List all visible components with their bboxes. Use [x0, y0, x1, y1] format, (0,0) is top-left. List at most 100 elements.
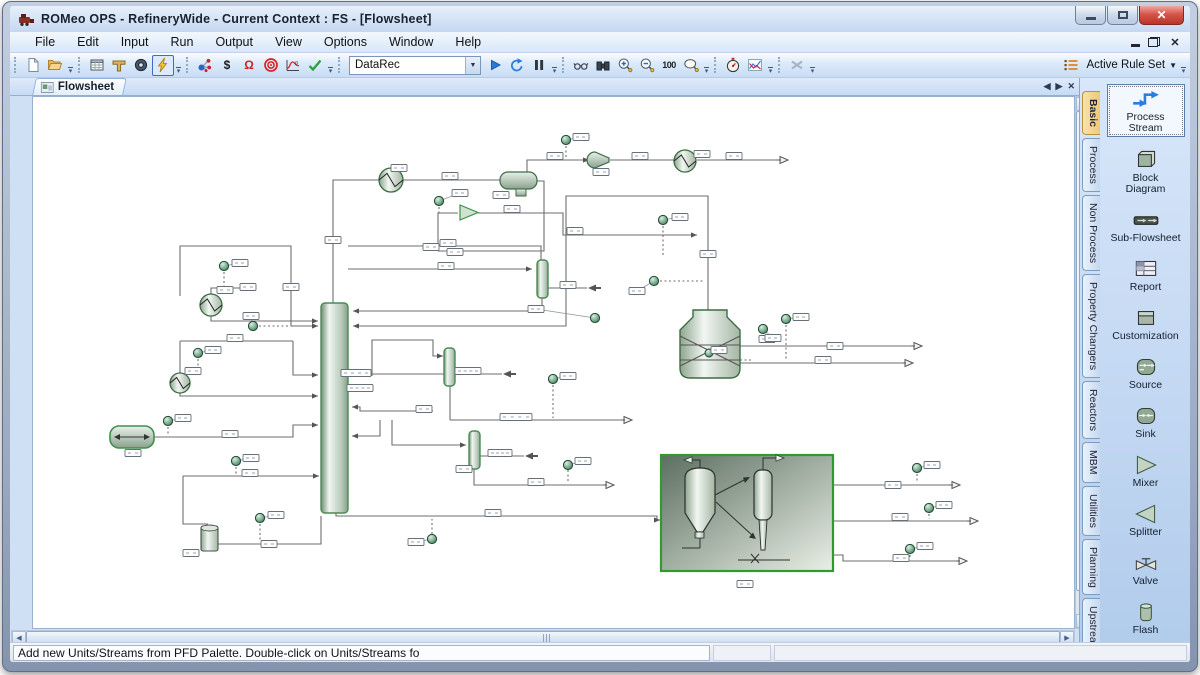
palette-tab-property-changers[interactable]: Property Changers — [1082, 274, 1100, 378]
toolbar-button-open-folder[interactable] — [44, 55, 66, 76]
toolbar-overflow-button[interactable]: ▾ — [550, 55, 559, 76]
toolbar-drag-handle[interactable] — [778, 57, 783, 73]
toolbar-overflow-button[interactable]: ▾ — [174, 55, 183, 76]
toolbar-overflow-button[interactable]: ▾ — [808, 55, 817, 76]
close-button[interactable]: ✕ — [1139, 6, 1184, 25]
toolbar-button-omega[interactable]: Ω — [238, 55, 260, 76]
unit-pump[interactable] — [587, 152, 609, 168]
maximize-button[interactable] — [1107, 6, 1138, 25]
unit-splitter[interactable] — [460, 205, 478, 220]
toolbar-button-molecule[interactable] — [194, 55, 216, 76]
menu-item-view[interactable]: View — [264, 33, 313, 51]
palette-item-flash[interactable]: Flash — [1107, 598, 1185, 638]
zoom-window-icon — [683, 57, 699, 73]
palette-tab-mbm[interactable]: MBM — [1082, 442, 1100, 483]
unit-drum[interactable] — [201, 525, 218, 551]
toolbar-drag-handle[interactable] — [562, 57, 567, 73]
datarec-dropdown-button[interactable]: ▼ — [465, 57, 480, 74]
toolbar-overflow-button[interactable]: ▾ — [66, 55, 75, 76]
menu-item-window[interactable]: Window — [378, 33, 444, 51]
palette-item-process-stream[interactable]: Process Stream — [1107, 84, 1185, 137]
toolbar-drag-handle[interactable] — [338, 57, 343, 73]
palette-item-valve[interactable]: Valve — [1107, 549, 1185, 589]
unit-source[interactable] — [110, 426, 154, 448]
toolbar-button-dollar[interactable]: $ — [216, 55, 238, 76]
menu-item-output[interactable]: Output — [204, 33, 264, 51]
menu-item-input[interactable]: Input — [110, 33, 160, 51]
palette-tab-planning[interactable]: Planning — [1082, 539, 1100, 596]
toolbar-button-zoom-100[interactable]: 100 — [658, 55, 680, 76]
menu-item-help[interactable]: Help — [444, 33, 492, 51]
toolbar-overflow-button[interactable]: ▾ — [766, 55, 775, 76]
toolbar-button-new-doc[interactable] — [22, 55, 44, 76]
toolbar-button-nut[interactable] — [130, 55, 152, 76]
unit-heat-exchanger[interactable] — [170, 373, 190, 393]
palette-item-mixer[interactable]: Mixer — [1107, 451, 1185, 491]
unit-side-stripper[interactable] — [444, 348, 455, 386]
toolbar-button-run-play[interactable] — [484, 55, 506, 76]
palette-tab-process[interactable]: Process — [1082, 138, 1100, 192]
palette-tab-upstream[interactable]: Upstream — [1082, 598, 1100, 642]
menu-item-file[interactable]: File — [24, 33, 66, 51]
toolbar-drag-handle[interactable] — [14, 57, 19, 73]
datarec-combobox[interactable]: DataRec▼ — [349, 56, 481, 75]
palette-item-splitter[interactable]: Splitter — [1107, 500, 1185, 540]
mdi-minimize-button[interactable] — [1131, 38, 1140, 47]
unit-reactor[interactable] — [680, 310, 740, 378]
unit-heat-exchanger[interactable] — [674, 150, 696, 172]
mdi-restore-button[interactable] — [1148, 37, 1160, 47]
tab-scroll-right-button[interactable]: ▶ — [1056, 81, 1063, 92]
toolbar-button-zoom-window[interactable] — [680, 55, 702, 76]
unit-side-stripper[interactable] — [469, 431, 480, 469]
palette-item-report[interactable]: Report — [1107, 255, 1185, 295]
toolbar-button-data-table[interactable] — [86, 55, 108, 76]
toolbar-button-binoculars[interactable] — [592, 55, 614, 76]
menu-item-run[interactable]: Run — [160, 33, 205, 51]
toolbar-button-stopwatch[interactable] — [722, 55, 744, 76]
toolbar-drag-handle[interactable] — [78, 57, 83, 73]
toolbar-button-run-restart[interactable] — [506, 55, 528, 76]
toolbar-button-delete-x[interactable] — [786, 55, 808, 76]
toolbar-button-pause[interactable] — [528, 55, 550, 76]
flowsheet-drawing[interactable] — [33, 97, 1074, 628]
toolbar-button-zoom-in[interactable] — [614, 55, 636, 76]
toolbar-drag-handle[interactable] — [714, 57, 719, 73]
palette-item-label: Valve — [1107, 576, 1185, 587]
toolbar-overflow-button[interactable]: ▾ — [326, 55, 335, 76]
menu-item-options[interactable]: Options — [313, 33, 378, 51]
unit-heat-exchanger[interactable] — [200, 294, 222, 316]
toolbar-overflow-button[interactable]: ▾ — [702, 55, 711, 76]
palette-tab-utilities[interactable]: Utilities — [1082, 486, 1100, 536]
toolbar-button-spectacles[interactable] — [570, 55, 592, 76]
toolbar-button-tee-fitting[interactable] — [108, 55, 130, 76]
palette-tab-reactors[interactable]: Reactors — [1082, 381, 1100, 439]
toolbar-button-trend-chart[interactable] — [744, 55, 766, 76]
toolbar-button-sigma-chart[interactable]: σ — [282, 55, 304, 76]
flowsheet-units[interactable] — [110, 150, 833, 571]
unit-sub-flowsheet[interactable] — [661, 455, 833, 571]
palette-item-sink[interactable]: Sink — [1107, 402, 1185, 442]
mdi-close-button[interactable]: ✕ — [1168, 36, 1182, 49]
palette-tab-non-process[interactable]: Non Process — [1082, 195, 1100, 271]
tab-close-button[interactable]: ✕ — [1067, 81, 1075, 92]
palette-item-source[interactable]: Source — [1107, 353, 1185, 393]
flowsheet-canvas[interactable] — [32, 96, 1075, 629]
toolbar-button-check[interactable] — [304, 55, 326, 76]
active-rule-set-button[interactable]: Active Rule Set▼ — [1058, 54, 1179, 77]
palette-item-block-diagram[interactable]: Block Diagram — [1107, 146, 1185, 197]
palette-tab-basic[interactable]: Basic — [1082, 91, 1100, 135]
unit-main-column[interactable] — [321, 303, 348, 513]
flowsheet-streams[interactable] — [154, 146, 978, 565]
unit-side-stripper[interactable] — [537, 260, 548, 298]
tab-flowsheet[interactable]: Flowsheet — [32, 78, 127, 95]
palette-item-sub-flowsheet[interactable]: Sub-Flowsheet — [1107, 206, 1185, 246]
toolbar-button-lightning-bolt[interactable] — [152, 55, 174, 76]
toolbar-button-target[interactable] — [260, 55, 282, 76]
tab-scroll-left-button[interactable]: ◀ — [1044, 81, 1051, 92]
toolbar-drag-handle[interactable] — [186, 57, 191, 73]
toolbar-overflow-button[interactable]: ▾ — [1179, 55, 1188, 76]
palette-item-customization[interactable]: Customization — [1107, 304, 1185, 344]
minimize-button[interactable] — [1075, 6, 1106, 25]
menu-item-edit[interactable]: Edit — [66, 33, 110, 51]
toolbar-button-zoom-out[interactable] — [636, 55, 658, 76]
